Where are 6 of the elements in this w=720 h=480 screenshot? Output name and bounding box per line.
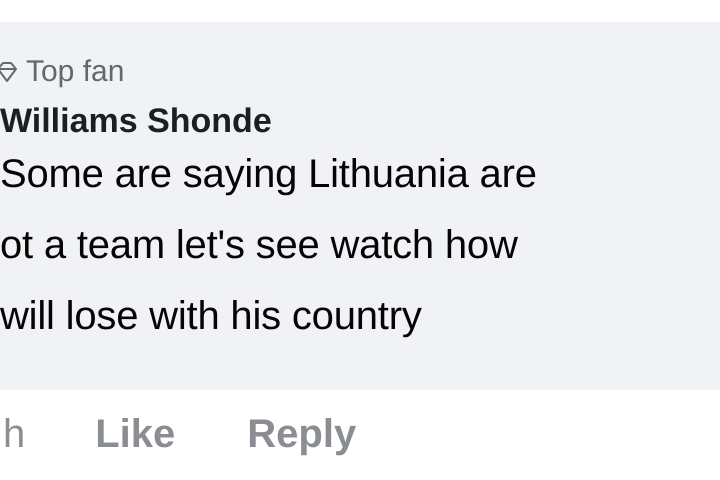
badge-label: Top fan bbox=[26, 54, 124, 90]
reply-link[interactable]: Reply bbox=[247, 412, 356, 456]
author-name[interactable]: Williams Shonde bbox=[0, 99, 720, 143]
like-link[interactable]: Like bbox=[95, 412, 176, 456]
timestamp: h bbox=[3, 412, 26, 456]
diamond-icon bbox=[0, 61, 18, 83]
